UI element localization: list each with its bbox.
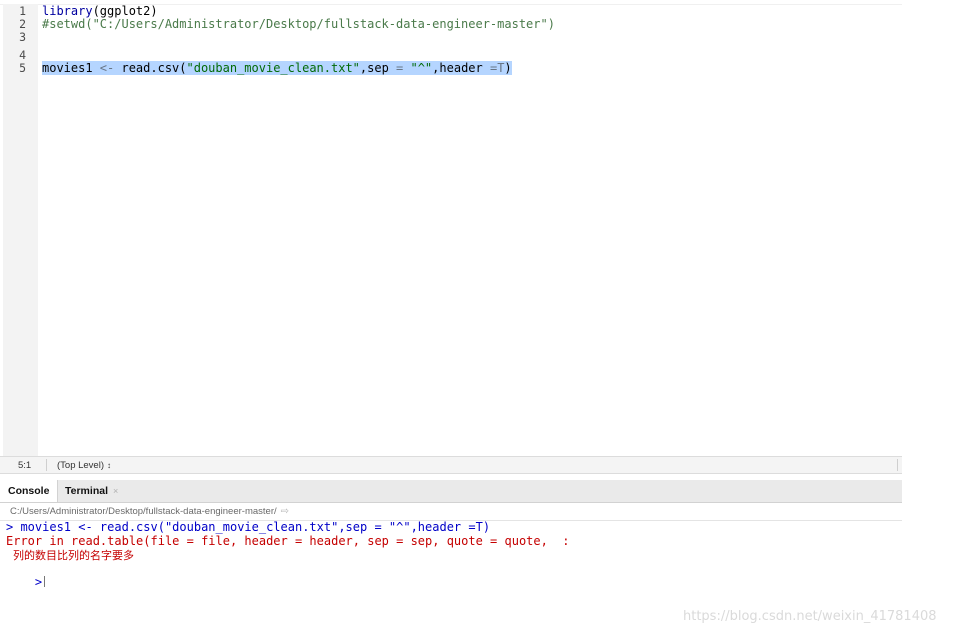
console-command-line: > movies1 <- read.csv("douban_movie_clea… (6, 520, 491, 534)
code-line-5[interactable]: movies1 <- read.csv("douban_movie_clean.… (42, 61, 512, 75)
code-token: ,header (432, 61, 490, 75)
line-number-gutter: 1 2 3 4 5 (3, 4, 38, 456)
console-prompt: > (34, 575, 43, 589)
scope-label: (Top Level) (57, 460, 104, 471)
code-token: read.csv( (114, 61, 187, 75)
watermark: https://blog.csdn.net/weixin_41781408 (683, 609, 937, 624)
code-token: movies1 (42, 61, 100, 75)
console-tab-bar: Console Terminal × (0, 480, 902, 503)
cursor-position: 5:1 (18, 460, 32, 471)
tab-terminal[interactable]: Terminal × (57, 480, 126, 502)
code-token: "^" (410, 61, 433, 75)
tab-console-label: Console (8, 485, 50, 497)
status-divider (46, 459, 47, 471)
source-editor[interactable]: 1 2 3 4 5 library(ggplot2) #setwd("C:/Us… (0, 0, 902, 456)
code-text: movies1 <- read.csv("douban_movie_clean.… (42, 61, 512, 75)
tab-terminal-label: Terminal (65, 485, 108, 497)
code-token: #setwd("C:/Users/Administrator/Desktop/f… (42, 17, 555, 31)
close-icon[interactable]: × (113, 486, 118, 496)
console-error-line: Error in read.table(file = file, header … (6, 534, 570, 548)
code-text: #setwd("C:/Users/Administrator/Desktop/f… (42, 17, 555, 31)
code-token: "douban_movie_clean.txt" (186, 61, 360, 75)
code-line-2[interactable]: #setwd("C:/Users/Administrator/Desktop/f… (42, 18, 555, 31)
status-divider-end (897, 459, 898, 471)
code-token: =T (489, 61, 505, 75)
working-directory-path: C:/Users/Administrator/Desktop/fullstack… (10, 506, 277, 517)
code-token: ) (504, 61, 512, 75)
working-directory-bar: C:/Users/Administrator/Desktop/fullstack… (0, 503, 902, 521)
scope-caret-icon: ↕ (107, 461, 111, 470)
code-token: ,sep (359, 61, 397, 75)
console-error-message: 列的数目比列的名字要多 (6, 549, 134, 562)
go-to-directory-icon[interactable]: ⇨ (281, 506, 289, 517)
editor-status-bar: 5:1 (Top Level) ↕ (0, 456, 902, 474)
code-token: library (42, 4, 93, 18)
console-input-line[interactable]: > (6, 563, 46, 602)
line-number: 3 (19, 30, 26, 44)
tab-console[interactable]: Console (0, 480, 59, 502)
scope-dropdown[interactable]: (Top Level) ↕ (57, 460, 111, 471)
code-token: (ggplot2) (92, 4, 158, 18)
code-token: <- (99, 61, 115, 75)
code-text: library(ggplot2) (42, 4, 158, 18)
text-cursor (44, 576, 46, 587)
line-number: 5 (19, 61, 26, 75)
